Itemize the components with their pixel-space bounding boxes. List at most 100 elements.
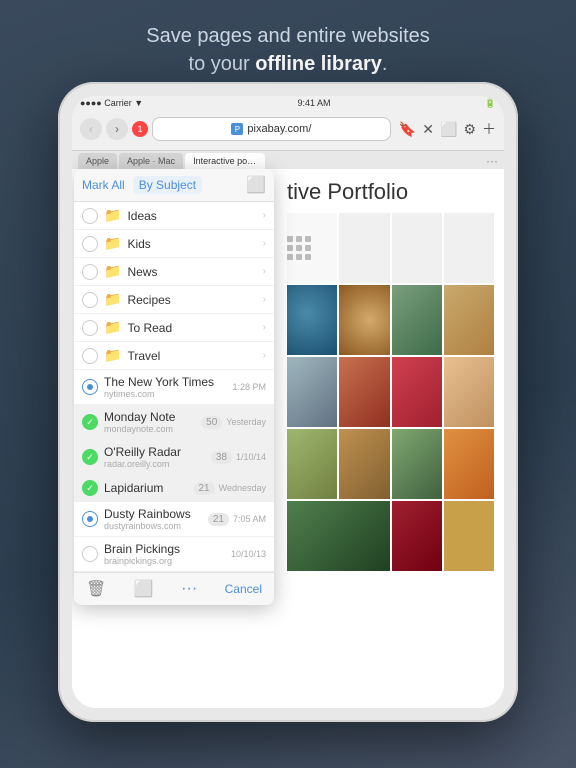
back-button[interactable]: ‹ [80, 118, 102, 140]
add-tab-icon[interactable]: ＋ [482, 119, 496, 139]
ipad-screen: ●●●● Carrier ▼ 9:41 AM 🔋 ‹ › 1 P pixabay… [72, 96, 504, 708]
oreilly-time: 1/10/14 [236, 452, 266, 462]
photo-tea [287, 429, 337, 499]
chevron-kids: › [263, 238, 266, 249]
carrier: ●●●● Carrier ▼ [80, 98, 143, 109]
checkbox-brainpickings[interactable] [82, 546, 98, 562]
folder-label-recipes: Recipes [127, 293, 262, 307]
folder-icon-ideas: 📁 [104, 207, 121, 224]
more-options-icon[interactable]: ··· [181, 580, 197, 598]
photo-cherry [392, 501, 442, 571]
folder-label-ideas: Ideas [127, 209, 262, 223]
folder-icon-kids: 📁 [104, 235, 121, 252]
close-icon[interactable]: ✕ [422, 121, 434, 138]
checkbox-toread[interactable] [82, 320, 98, 336]
bookmark-icon[interactable]: 🔖 [399, 121, 416, 138]
folder-icon-travel: 📁 [104, 347, 121, 364]
new-folder-button[interactable]: ⬜ [246, 175, 266, 195]
forward-button[interactable]: › [106, 118, 128, 140]
reading-item-oreilly[interactable]: ✓ O'Reilly Radar radar.oreilly.com 38 1/… [74, 440, 274, 475]
checkbox-nyt[interactable] [82, 379, 98, 395]
photo-dog [444, 285, 494, 355]
cancel-button[interactable]: Cancel [225, 582, 262, 596]
reading-item-nyt[interactable]: The New York Times nytimes.com 1:28 PM [74, 370, 274, 405]
checkbox-recipes[interactable] [82, 292, 98, 308]
tab-close-icon[interactable]: ✕ [263, 157, 265, 166]
chevron-ideas: › [263, 210, 266, 221]
folder-item-news[interactable]: 📁 News › [74, 258, 274, 286]
photo-extra [444, 501, 494, 571]
notification-badge: 1 [132, 121, 148, 137]
tab-interactive[interactable]: Interactive por... ✕ [185, 153, 265, 169]
dustyrainbows-count: 21 [208, 513, 229, 526]
checkbox-lapidarium[interactable]: ✓ [82, 480, 98, 496]
checkbox-news[interactable] [82, 264, 98, 280]
lapidarium-count: 21 [194, 482, 215, 495]
brainpickings-label: Brain Pickings [104, 542, 180, 556]
settings-icon[interactable]: ⚙ [463, 121, 476, 138]
brainpickings-time: 10/10/13 [231, 549, 266, 559]
photo-strawberry [392, 357, 442, 427]
delete-icon[interactable]: 🗑 [86, 579, 106, 599]
battery: 🔋 [485, 98, 496, 109]
checkbox-dustyrainbows[interactable] [82, 511, 98, 527]
folder-label-travel: Travel [127, 349, 262, 363]
time: 9:41 AM [297, 98, 330, 109]
share-icon[interactable]: ⬜ [440, 121, 457, 138]
photo-eiffel [392, 285, 442, 355]
tabs-bar: Apple Apple · Mac Interactive por... ✕ ·… [72, 151, 504, 169]
photo-child [339, 357, 389, 427]
folder-item-travel[interactable]: 📁 Travel › [74, 342, 274, 370]
folder-item-ideas[interactable]: 📁 Ideas › [74, 202, 274, 230]
browser-content: Mark All By Subject ⬜ 📁 Ideas › 📁 Ki [72, 169, 504, 691]
address-bar[interactable]: P pixabay.com/ [152, 117, 391, 141]
photo-turban [339, 429, 389, 499]
photo-empty [339, 213, 389, 283]
oreilly-label: O'Reilly Radar [104, 445, 181, 459]
reading-item-mondaynote[interactable]: ✓ Monday Note mondaynote.com 50 Yesterda… [74, 405, 274, 440]
tab-apple-mac[interactable]: Apple · Mac [119, 153, 183, 169]
checkbox-mondaynote[interactable]: ✓ [82, 414, 98, 430]
copy-icon[interactable]: ⬜ [134, 579, 154, 599]
dropdown-header: Mark All By Subject ⬜ [74, 169, 274, 202]
favicon: P [231, 123, 243, 135]
chevron-toread: › [263, 322, 266, 333]
photo-koala [287, 357, 337, 427]
nyt-time: 1:28 PM [232, 382, 266, 392]
dropdown-menu: Mark All By Subject ⬜ 📁 Ideas › 📁 Ki [74, 169, 274, 605]
folder-item-kids[interactable]: 📁 Kids › [74, 230, 274, 258]
nyt-sub: nytimes.com [104, 389, 232, 399]
chevron-travel: › [263, 350, 266, 361]
photo-balance [392, 429, 442, 499]
grid-dots [287, 236, 311, 260]
photo-bread [339, 285, 389, 355]
chevron-news: › [263, 266, 266, 277]
dustyrainbows-time: 7:05 AM [233, 514, 266, 524]
folder-icon-toread: 📁 [104, 319, 121, 336]
by-subject-button[interactable]: By Subject [133, 176, 202, 194]
mark-all-button[interactable]: Mark All [82, 178, 125, 192]
checkbox-oreilly[interactable]: ✓ [82, 449, 98, 465]
browser-chrome: ‹ › 1 P pixabay.com/ 🔖 ✕ ⬜ ⚙ ＋ [72, 111, 504, 151]
oreilly-count: 38 [211, 451, 232, 464]
reading-item-brainpickings[interactable]: Brain Pickings brainpickings.org 10/10/1… [74, 537, 274, 572]
mondaynote-sub: mondaynote.com [104, 424, 201, 434]
lapidarium-time: Wednesday [219, 483, 266, 493]
oreilly-sub: radar.oreilly.com [104, 459, 211, 469]
brainpickings-sub: brainpickings.org [104, 556, 231, 566]
folder-item-toread[interactable]: 📁 To Read › [74, 314, 274, 342]
checkbox-ideas[interactable] [82, 208, 98, 224]
tab-apple[interactable]: Apple [78, 153, 117, 169]
reading-item-dustyrainbows[interactable]: Dusty Rainbows dustyrainbows.com 21 7:05… [74, 502, 274, 537]
checkbox-travel[interactable] [82, 348, 98, 364]
photo-empty3 [444, 213, 494, 283]
dustyrainbows-sub: dustyrainbows.com [104, 521, 208, 531]
more-tabs-icon[interactable]: ··· [486, 154, 498, 168]
mondaynote-count: 50 [201, 416, 222, 429]
checkbox-kids[interactable] [82, 236, 98, 252]
folder-item-recipes[interactable]: 📁 Recipes › [74, 286, 274, 314]
chevron-recipes: › [263, 294, 266, 305]
dropdown-footer: 🗑 ⬜ ··· Cancel [74, 572, 274, 605]
status-bar: ●●●● Carrier ▼ 9:41 AM 🔋 [72, 96, 504, 111]
reading-item-lapidarium[interactable]: ✓ Lapidarium 21 Wednesday [74, 475, 274, 502]
